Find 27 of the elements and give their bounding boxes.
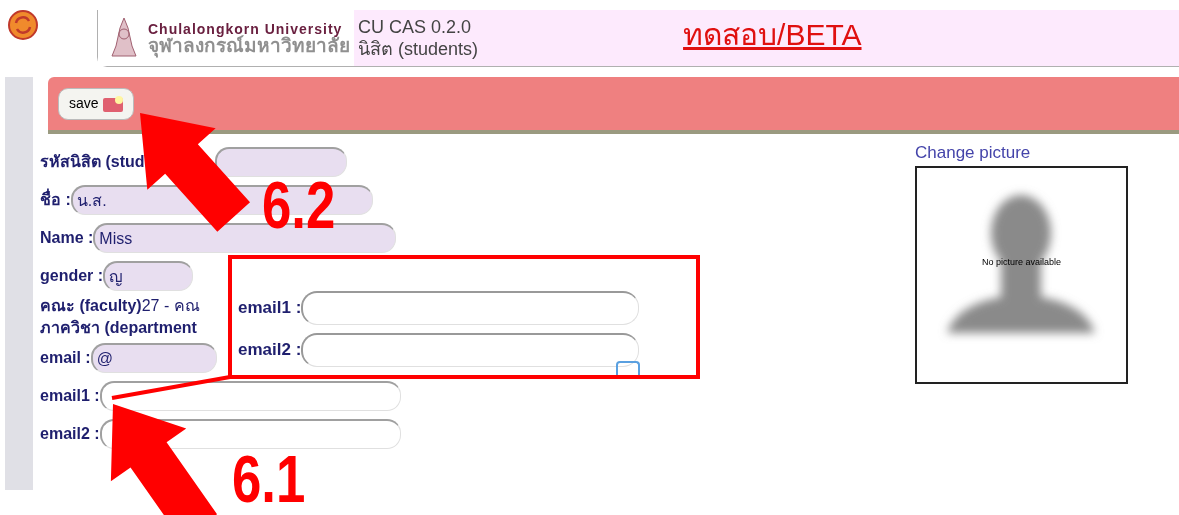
seal-icon	[110, 16, 138, 60]
refresh-icon[interactable]	[8, 10, 38, 40]
folder-icon	[102, 95, 123, 112]
input-field[interactable]	[301, 291, 640, 325]
field-label: email :	[40, 348, 91, 368]
field-text: ภาควิชา (department	[40, 318, 197, 338]
input-field[interactable]	[301, 333, 640, 367]
save-button[interactable]: save	[58, 87, 134, 120]
field-text: คณะ (faculty)27 - คณ	[40, 296, 200, 316]
field-label: email1 :	[238, 297, 302, 320]
input-field[interactable]	[214, 147, 347, 177]
field-label: email2 :	[40, 424, 100, 444]
field-label: gender :	[40, 266, 104, 286]
input-field[interactable]: @	[90, 343, 217, 373]
university-name: Chulalongkorn University	[148, 21, 343, 36]
field-label: Name :	[40, 228, 94, 248]
app-title: CU CAS 0.2.0	[358, 15, 473, 38]
beta-label: ทดสอบ/BETA	[683, 17, 862, 53]
field-label: ชื่อ :	[40, 188, 71, 212]
field-label: รหัสนิสิต (stud	[40, 152, 145, 172]
role-label: นิสิต (students)	[358, 38, 479, 61]
input-field[interactable]	[99, 381, 401, 411]
annotation-label: 6.1	[232, 446, 306, 512]
field-label: email2 :	[238, 339, 302, 362]
input-field[interactable]: ญ	[103, 261, 194, 291]
change-picture-link[interactable]: Change picture	[915, 140, 1128, 166]
field-label: email1 :	[40, 386, 100, 406]
